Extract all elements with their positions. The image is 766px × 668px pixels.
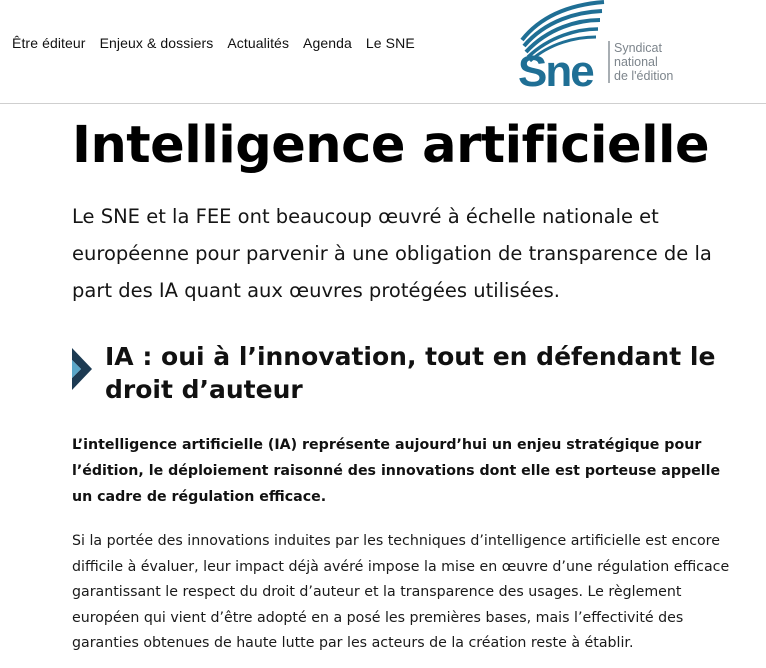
section-heading: IA : oui à l’innovation, tout en défenda… [105, 342, 716, 404]
page-title: Intelligence artificielle [72, 116, 710, 175]
site-header: Être éditeur Enjeux & dossiers Actualité… [0, 0, 766, 104]
intro-paragraph: L’intelligence artificielle (IA) représe… [72, 437, 721, 505]
logo-tagline-line-3: de l'édition [614, 69, 674, 83]
logo-tagline-line-2: national [614, 55, 658, 69]
nav-item-le-sne[interactable]: Le SNE [366, 35, 415, 51]
sne-logo[interactable]: Sne Syndicat national de l'édition [516, 0, 716, 100]
body-paragraph: Si la portée des innovations induites pa… [72, 533, 730, 651]
logo-tagline: Syndicat national de l'édition [608, 41, 673, 83]
chevron-icon [72, 348, 92, 390]
nav-item-actualites[interactable]: Actualités [227, 35, 289, 51]
main-nav: Être éditeur Enjeux & dossiers Actualité… [12, 35, 415, 51]
nav-item-etre-editeur[interactable]: Être éditeur [12, 35, 86, 51]
svg-text:Sne: Sne [518, 47, 593, 96]
lead-paragraph: Le SNE et la FEE ont beaucoup œuvré à éc… [72, 205, 712, 302]
logo-tagline-line-1: Syndicat [614, 41, 662, 55]
nav-item-agenda[interactable]: Agenda [303, 35, 352, 51]
nav-item-enjeux-dossiers[interactable]: Enjeux & dossiers [100, 35, 214, 51]
